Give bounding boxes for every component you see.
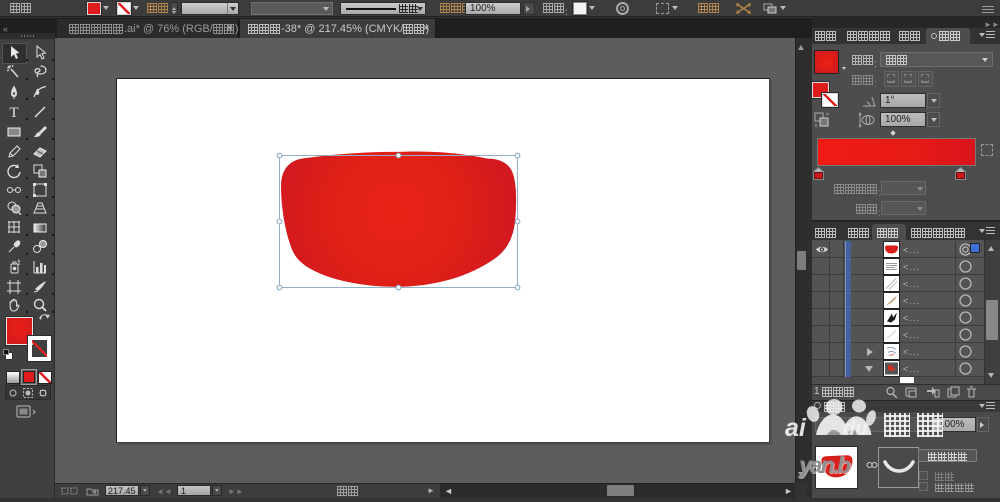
svg-text:T: T [9,105,18,120]
